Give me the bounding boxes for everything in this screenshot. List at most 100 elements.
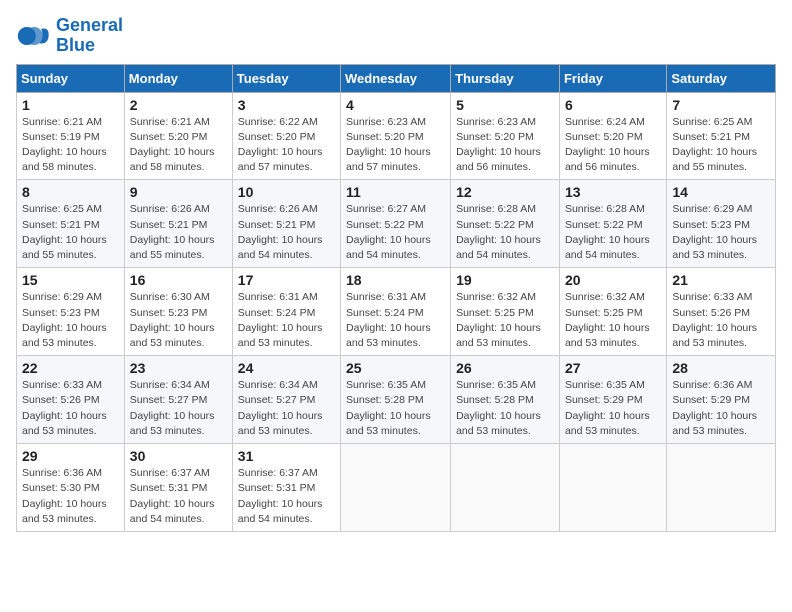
day-number: 18 (346, 272, 445, 288)
logo-icon (16, 18, 52, 54)
calendar-day-cell: 22 Sunrise: 6:33 AM Sunset: 5:26 PM Dayli… (17, 356, 125, 444)
calendar-week-row: 15 Sunrise: 6:29 AM Sunset: 5:23 PM Dayli… (17, 268, 776, 356)
calendar-day-cell: 21 Sunrise: 6:33 AM Sunset: 5:26 PM Dayli… (667, 268, 776, 356)
day-info: Sunrise: 6:28 AM Sunset: 5:22 PM Dayligh… (456, 202, 554, 263)
calendar-day-cell: 1 Sunrise: 6:21 AM Sunset: 5:19 PM Daylig… (17, 92, 125, 180)
day-number: 9 (130, 184, 227, 200)
day-info: Sunrise: 6:34 AM Sunset: 5:27 PM Dayligh… (130, 378, 227, 439)
calendar-day-cell: 8Sunrise: 6:25 AM Sunset: 5:21 PM Daylig… (17, 180, 125, 268)
day-number: 30 (130, 448, 227, 464)
day-number: 16 (130, 272, 227, 288)
day-info: Sunrise: 6:29 AM Sunset: 5:23 PM Dayligh… (672, 202, 770, 263)
day-info: Sunrise: 6:31 AM Sunset: 5:24 PM Dayligh… (346, 290, 445, 351)
day-info: Sunrise: 6:37 AM Sunset: 5:31 PM Dayligh… (130, 466, 227, 527)
calendar-day-cell: 23Sunrise: 6:34 AM Sunset: 5:27 PM Dayli… (124, 356, 232, 444)
calendar-header-row: SundayMondayTuesdayWednesdayThursdayFrid… (17, 64, 776, 92)
calendar-day-cell: 19Sunrise: 6:32 AM Sunset: 5:25 PM Dayli… (451, 268, 560, 356)
day-number: 25 (346, 360, 445, 376)
logo-text: General Blue (56, 16, 123, 56)
day-info: Sunrise: 6:26 AM Sunset: 5:21 PM Dayligh… (130, 202, 227, 263)
day-info: Sunrise: 6:36 AM Sunset: 5:29 PM Dayligh… (672, 378, 770, 439)
calendar-day-cell: 12 Sunrise: 6:28 AM Sunset: 5:22 PM Dayli… (451, 180, 560, 268)
day-info: Sunrise: 6:32 AM Sunset: 5:25 PM Dayligh… (456, 290, 554, 351)
header-monday: Monday (124, 64, 232, 92)
empty-cell (559, 444, 666, 532)
page-header: General Blue (16, 16, 776, 56)
day-number: 22 (22, 360, 119, 376)
day-number: 1 (22, 97, 119, 113)
calendar-day-cell: 24 Sunrise: 6:34 AM Sunset: 5:27 PM Dayli… (232, 356, 340, 444)
day-info: Sunrise: 6:24 AM Sunset: 5:20 PM Dayligh… (565, 115, 661, 176)
calendar-day-cell: 17 Sunrise: 6:31 AM Sunset: 5:24 PM Dayli… (232, 268, 340, 356)
calendar-day-cell: 20 Sunrise: 6:32 AM Sunset: 5:25 PM Dayli… (559, 268, 666, 356)
day-info: Sunrise: 6:25 AM Sunset: 5:21 PM Dayligh… (672, 115, 770, 176)
calendar-table: SundayMondayTuesdayWednesdayThursdayFrid… (16, 64, 776, 532)
day-number: 11 (346, 184, 445, 200)
day-info: Sunrise: 6:34 AM Sunset: 5:27 PM Dayligh… (238, 378, 335, 439)
calendar-day-cell: 6 Sunrise: 6:24 AM Sunset: 5:20 PM Daylig… (559, 92, 666, 180)
day-info: Sunrise: 6:30 AM Sunset: 5:23 PM Dayligh… (130, 290, 227, 351)
calendar-day-cell: 26 Sunrise: 6:35 AM Sunset: 5:28 PM Dayli… (451, 356, 560, 444)
day-number: 6 (565, 97, 661, 113)
day-info: Sunrise: 6:28 AM Sunset: 5:22 PM Dayligh… (565, 202, 661, 263)
calendar-week-row: 22 Sunrise: 6:33 AM Sunset: 5:26 PM Dayli… (17, 356, 776, 444)
calendar-day-cell: 3 Sunrise: 6:22 AM Sunset: 5:20 PM Daylig… (232, 92, 340, 180)
day-info: Sunrise: 6:29 AM Sunset: 5:23 PM Dayligh… (22, 290, 119, 351)
header-thursday: Thursday (451, 64, 560, 92)
empty-cell (451, 444, 560, 532)
calendar-day-cell: 2 Sunrise: 6:21 AM Sunset: 5:20 PM Daylig… (124, 92, 232, 180)
calendar-day-cell: 16 Sunrise: 6:30 AM Sunset: 5:23 PM Dayli… (124, 268, 232, 356)
day-number: 26 (456, 360, 554, 376)
day-info: Sunrise: 6:33 AM Sunset: 5:26 PM Dayligh… (672, 290, 770, 351)
day-info: Sunrise: 6:23 AM Sunset: 5:20 PM Dayligh… (346, 115, 445, 176)
day-number: 13 (565, 184, 661, 200)
calendar-week-row: 29 Sunrise: 6:36 AM Sunset: 5:30 PM Dayli… (17, 444, 776, 532)
calendar-week-row: 1 Sunrise: 6:21 AM Sunset: 5:19 PM Daylig… (17, 92, 776, 180)
day-number: 12 (456, 184, 554, 200)
day-info: Sunrise: 6:21 AM Sunset: 5:19 PM Dayligh… (22, 115, 119, 176)
header-friday: Friday (559, 64, 666, 92)
day-number: 14 (672, 184, 770, 200)
day-number: 3 (238, 97, 335, 113)
day-number: 4 (346, 97, 445, 113)
day-number: 31 (238, 448, 335, 464)
day-info: Sunrise: 6:33 AM Sunset: 5:26 PM Dayligh… (22, 378, 119, 439)
header-saturday: Saturday (667, 64, 776, 92)
day-info: Sunrise: 6:32 AM Sunset: 5:25 PM Dayligh… (565, 290, 661, 351)
day-number: 8 (22, 184, 119, 200)
day-info: Sunrise: 6:36 AM Sunset: 5:30 PM Dayligh… (22, 466, 119, 527)
calendar-day-cell: 28 Sunrise: 6:36 AM Sunset: 5:29 PM Dayli… (667, 356, 776, 444)
day-info: Sunrise: 6:22 AM Sunset: 5:20 PM Dayligh… (238, 115, 335, 176)
calendar-day-cell: 14 Sunrise: 6:29 AM Sunset: 5:23 PM Dayli… (667, 180, 776, 268)
day-info: Sunrise: 6:35 AM Sunset: 5:28 PM Dayligh… (456, 378, 554, 439)
day-number: 21 (672, 272, 770, 288)
calendar-day-cell: 9 Sunrise: 6:26 AM Sunset: 5:21 PM Daylig… (124, 180, 232, 268)
day-number: 20 (565, 272, 661, 288)
day-info: Sunrise: 6:35 AM Sunset: 5:28 PM Dayligh… (346, 378, 445, 439)
day-info: Sunrise: 6:21 AM Sunset: 5:20 PM Dayligh… (130, 115, 227, 176)
calendar-week-row: 8Sunrise: 6:25 AM Sunset: 5:21 PM Daylig… (17, 180, 776, 268)
calendar-day-cell: 29 Sunrise: 6:36 AM Sunset: 5:30 PM Dayli… (17, 444, 125, 532)
day-number: 7 (672, 97, 770, 113)
calendar-day-cell: 18 Sunrise: 6:31 AM Sunset: 5:24 PM Dayli… (341, 268, 451, 356)
day-number: 5 (456, 97, 554, 113)
day-number: 17 (238, 272, 335, 288)
day-info: Sunrise: 6:31 AM Sunset: 5:24 PM Dayligh… (238, 290, 335, 351)
day-number: 15 (22, 272, 119, 288)
day-info: Sunrise: 6:26 AM Sunset: 5:21 PM Dayligh… (238, 202, 335, 263)
empty-cell (341, 444, 451, 532)
day-info: Sunrise: 6:27 AM Sunset: 5:22 PM Dayligh… (346, 202, 445, 263)
empty-cell (667, 444, 776, 532)
calendar-day-cell: 25 Sunrise: 6:35 AM Sunset: 5:28 PM Dayli… (341, 356, 451, 444)
day-info: Sunrise: 6:23 AM Sunset: 5:20 PM Dayligh… (456, 115, 554, 176)
day-number: 10 (238, 184, 335, 200)
calendar-day-cell: 5 Sunrise: 6:23 AM Sunset: 5:20 PM Daylig… (451, 92, 560, 180)
day-number: 2 (130, 97, 227, 113)
day-number: 27 (565, 360, 661, 376)
calendar-day-cell: 11 Sunrise: 6:27 AM Sunset: 5:22 PM Dayli… (341, 180, 451, 268)
calendar-day-cell: 31Sunrise: 6:37 AM Sunset: 5:31 PM Dayli… (232, 444, 340, 532)
day-number: 28 (672, 360, 770, 376)
day-number: 24 (238, 360, 335, 376)
day-number: 29 (22, 448, 119, 464)
calendar-day-cell: 27Sunrise: 6:35 AM Sunset: 5:29 PM Dayli… (559, 356, 666, 444)
